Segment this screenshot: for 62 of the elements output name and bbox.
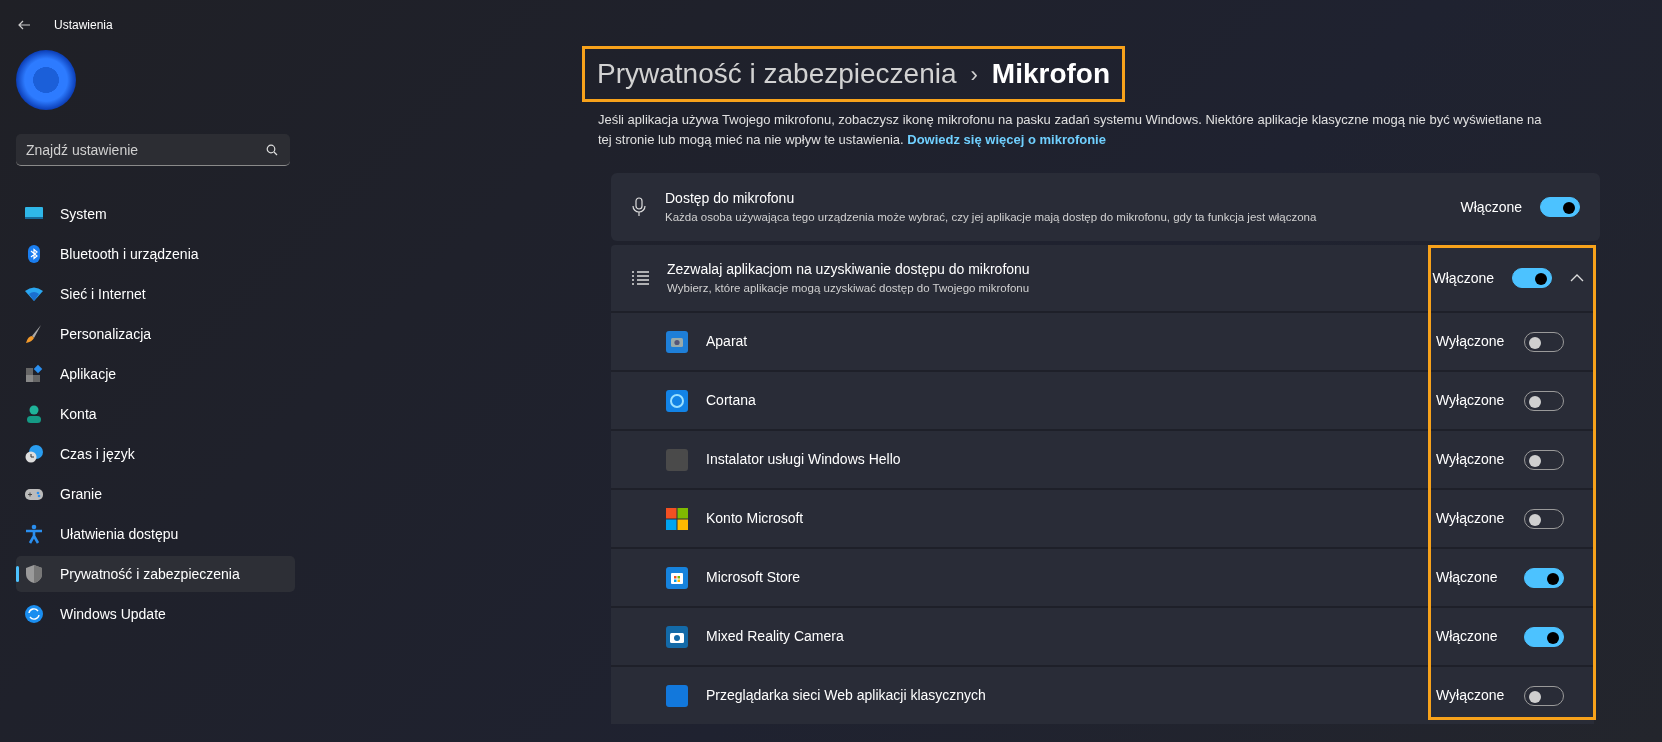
- page-title: Mikrofon: [991, 57, 1111, 91]
- setting-description: Każda osoba używająca tego urządzenia może wybrać, czy jej aplikacje mają dostęp do mikrofonu, gdy ta funkcja jest włączona: [665, 209, 1318, 225]
- setting-title: Zezwalaj aplikacjom na uzyskiwanie dostępu do mikrofonu: [667, 259, 1031, 279]
- list-icon: [631, 270, 649, 286]
- toggle-state-label: Wyłączone: [1436, 686, 1506, 705]
- person-icon: [24, 404, 44, 424]
- app-name: Konto Microsoft: [706, 509, 805, 528]
- sidebar-item[interactable]: Czas i język: [16, 436, 295, 472]
- app-name: Mixed Reality Camera: [706, 627, 845, 646]
- toggle-state-label: Włączone: [1460, 197, 1522, 217]
- toggle-state-label: Wyłączone: [1436, 391, 1506, 410]
- description-text: Jeśli aplikacja używa Twojego mikrofonu, zobaczysz ikonę mikrofonu na pasku zadań systemu Windows. Niektóre aplikacje klasyczne mogą nie być wyświetlane na tej stronie lub mogą mieć na nie wpływ te ustawienia. Dowiedz się więcej o mikrofonie: [598, 111, 1543, 149]
- toggle-state-label: Włączone: [1432, 268, 1494, 288]
- four-squares-icon: [666, 507, 688, 530]
- toggle-state-label: Wyłączone: [1436, 332, 1506, 351]
- app-name: Cortana: [706, 391, 757, 410]
- user-avatar: [16, 50, 76, 110]
- sidebar-item[interactable]: Sieć i Internet: [16, 276, 295, 312]
- sidebar-item[interactable]: Prywatność i zabezpieczenia: [16, 556, 295, 592]
- breadcrumb-separator: ›: [970, 60, 978, 89]
- sidebar-item[interactable]: Aplikacje: [16, 356, 295, 392]
- setting-description: Wybierz, które aplikacje mogą uzyskiwać dostęp do Twojego mikrofonu: [667, 280, 1031, 296]
- ring-icon: [666, 389, 688, 412]
- breadcrumb-parent[interactable]: Prywatność i zabezpieczenia: [597, 53, 957, 95]
- camera-icon: [666, 330, 688, 353]
- camera-icon: [666, 625, 688, 648]
- chevron-up-icon[interactable]: [1570, 274, 1584, 282]
- toggle-switch[interactable]: [1524, 567, 1564, 588]
- sidebar-item[interactable]: System: [16, 196, 295, 232]
- setting-title: Dostęp do mikrofonu: [665, 188, 796, 208]
- sidebar-item[interactable]: Granie: [16, 476, 295, 512]
- toggle-state-label: Wyłączone: [1436, 509, 1506, 528]
- store-bag-icon: [666, 566, 688, 589]
- app-icon: [666, 448, 688, 471]
- app-name: Microsoft Store: [706, 568, 802, 587]
- update-icon: [24, 604, 44, 624]
- accessibility-icon: [24, 524, 44, 544]
- toggle-switch[interactable]: [1540, 197, 1580, 217]
- sidebar-item[interactable]: Bluetooth i urządzenia: [16, 236, 295, 272]
- toggle-switch[interactable]: [1512, 268, 1552, 288]
- back-arrow-icon[interactable]: [18, 20, 30, 30]
- toggle-state-label: Włączone: [1436, 627, 1499, 646]
- app-icon: [666, 684, 688, 707]
- app-name: Przeglądarka sieci Web aplikacji klasycznych: [706, 686, 987, 705]
- search-field[interactable]: Znajdź ustawienie: [16, 134, 290, 166]
- learn-more-link[interactable]: Dowiedz się więcej o mikrofonie: [907, 131, 1106, 147]
- app-name: Instalator usługi Windows Hello: [706, 450, 902, 469]
- sidebar-item[interactable]: Personalizacja: [16, 316, 295, 352]
- microphone-icon: [631, 197, 647, 217]
- window-title: Ustawienia: [54, 17, 113, 34]
- globe-clock-icon: [24, 444, 44, 464]
- toggle-state-label: Wyłączone: [1436, 450, 1506, 469]
- sidebar-item[interactable]: Ułatwienia dostępu: [16, 516, 295, 552]
- app-name: Aparat: [706, 332, 749, 351]
- selection-indicator: [16, 566, 19, 582]
- search-icon[interactable]: [266, 144, 278, 156]
- apps-icon: [24, 364, 44, 384]
- toggle-switch[interactable]: [1524, 626, 1564, 647]
- sidebar-item[interactable]: Windows Update: [16, 596, 295, 632]
- shield-icon: [24, 564, 44, 584]
- toggle-state-label: Włączone: [1436, 568, 1499, 587]
- sidebar-item[interactable]: Konta: [16, 396, 295, 432]
